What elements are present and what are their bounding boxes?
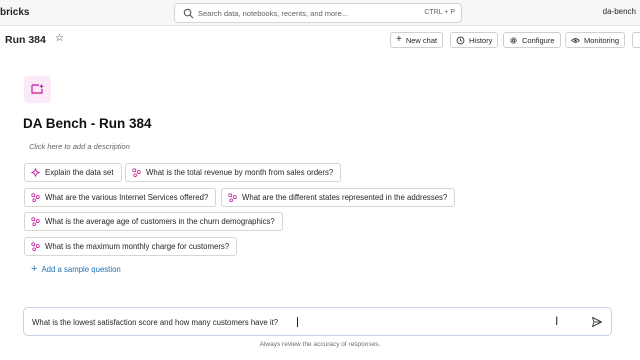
chip-label: What are the various Internet Services o… [45, 193, 209, 202]
chip-sample-question[interactable]: What is the maximum monthly charge for c… [24, 237, 238, 256]
question-node-icon [31, 242, 40, 251]
question-node-icon [31, 217, 40, 226]
question-node-icon [132, 168, 141, 177]
chip-label: Explain the data set [45, 168, 114, 177]
description-field[interactable]: Click here to add a description [29, 142, 130, 151]
chip-sample-question[interactable]: What are the different states represente… [221, 188, 456, 207]
genie-space-icon [24, 76, 51, 103]
space-title: DA Bench - Run 384 [23, 116, 152, 131]
page-title: Run 384 [5, 34, 46, 46]
workspace-name[interactable]: da-bench [603, 7, 636, 16]
new-chat-button[interactable]: + New chat [390, 32, 444, 48]
chip-label: What is the average age of customers in … [45, 217, 275, 226]
history-icon [456, 36, 465, 44]
chip-label: What are the different states represente… [242, 193, 448, 202]
top-bar: bricks Search data, notebooks, recents, … [0, 0, 640, 26]
global-search[interactable]: Search data, notebooks, recents, and mor… [174, 3, 462, 23]
chip-explain-dataset[interactable]: Explain the data set [24, 163, 122, 182]
chip-sample-question[interactable]: What is the total revenue by month from … [125, 163, 342, 182]
plus-icon: + [396, 34, 402, 45]
search-icon [183, 8, 194, 19]
monitoring-button[interactable]: Monitoring [565, 32, 626, 48]
eye-icon [571, 37, 580, 43]
accuracy-disclaimer: Always review the accuracy of responses. [259, 341, 381, 348]
configure-button[interactable]: Configure [503, 32, 561, 48]
sparkle-icon [31, 168, 40, 177]
search-placeholder: Search data, notebooks, recents, and mor… [198, 9, 349, 18]
question-node-icon [31, 193, 40, 202]
add-sample-question-link[interactable]: + Add a sample question [31, 263, 121, 275]
plus-icon: + [31, 263, 38, 275]
star-icon[interactable]: ☆ [55, 33, 64, 44]
text-caret [297, 317, 298, 327]
history-label: History [469, 35, 493, 45]
chat-input[interactable]: What is the lowest satisfaction score an… [23, 307, 612, 336]
chip-label: What is the total revenue by month from … [146, 168, 334, 177]
chat-input-value: What is the lowest satisfaction score an… [32, 318, 279, 327]
brand-logo-text[interactable]: bricks [0, 7, 29, 18]
history-button[interactable]: History [450, 32, 499, 48]
chip-sample-question[interactable]: What is the average age of customers in … [24, 212, 283, 231]
send-icon[interactable] [591, 316, 603, 328]
mouse-cursor-ibeam-icon: I [555, 314, 559, 328]
chip-label: What is the maximum monthly charge for c… [45, 242, 230, 251]
chip-sample-question[interactable]: What are the various Internet Services o… [24, 188, 217, 207]
add-sample-question-label: Add a sample question [41, 265, 121, 274]
monitoring-label: Monitoring [584, 35, 620, 45]
search-shortcut: CTRL + P [424, 9, 455, 16]
more-button[interactable] [632, 32, 640, 48]
gear-icon [510, 36, 517, 44]
question-node-icon [228, 193, 237, 202]
configure-label: Configure [522, 35, 555, 45]
new-chat-label: New chat [405, 35, 438, 45]
